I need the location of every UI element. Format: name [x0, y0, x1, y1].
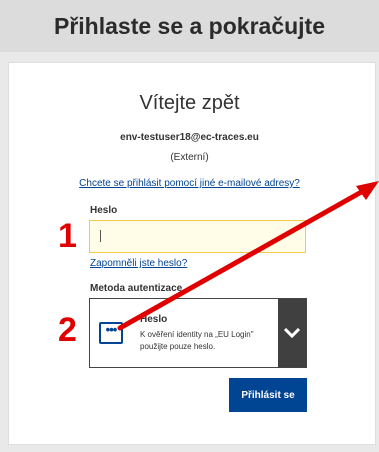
dropdown-toggle[interactable] — [278, 299, 306, 367]
password-input[interactable] — [89, 220, 306, 253]
annotation-marker-1: 1 — [58, 217, 77, 255]
auth-method-description: K ověření identity na „EU Login" použijt… — [140, 330, 254, 351]
password-dots-icon: ••• — [99, 322, 123, 344]
user-email: env-testuser18@ec-traces.eu — [120, 132, 259, 143]
forgot-password-link[interactable]: Zapomněli jste heslo? — [90, 258, 187, 269]
account-type: (Externí) — [170, 152, 209, 163]
alt-email-link[interactable]: Chcete se přihlásit pomocí jiné e-mailov… — [0, 178, 379, 189]
auth-method-title: Heslo — [140, 314, 168, 325]
annotation-marker-2: 2 — [58, 311, 77, 349]
auth-method-label: Metoda autentizace — [90, 283, 183, 294]
login-page: Přihlaste se a pokračujte Vítejte zpět e… — [0, 0, 379, 452]
welcome-heading: Vítejte zpět — [139, 92, 240, 114]
text-caret — [100, 230, 101, 242]
chevron-down-icon — [284, 328, 300, 338]
password-label: Heslo — [90, 205, 118, 216]
page-title: Přihlaste se a pokračujte — [0, 0, 379, 52]
auth-method-select[interactable]: ••• Heslo K ověření identity na „EU Logi… — [89, 298, 307, 368]
login-button[interactable]: Přihlásit se — [229, 378, 307, 412]
